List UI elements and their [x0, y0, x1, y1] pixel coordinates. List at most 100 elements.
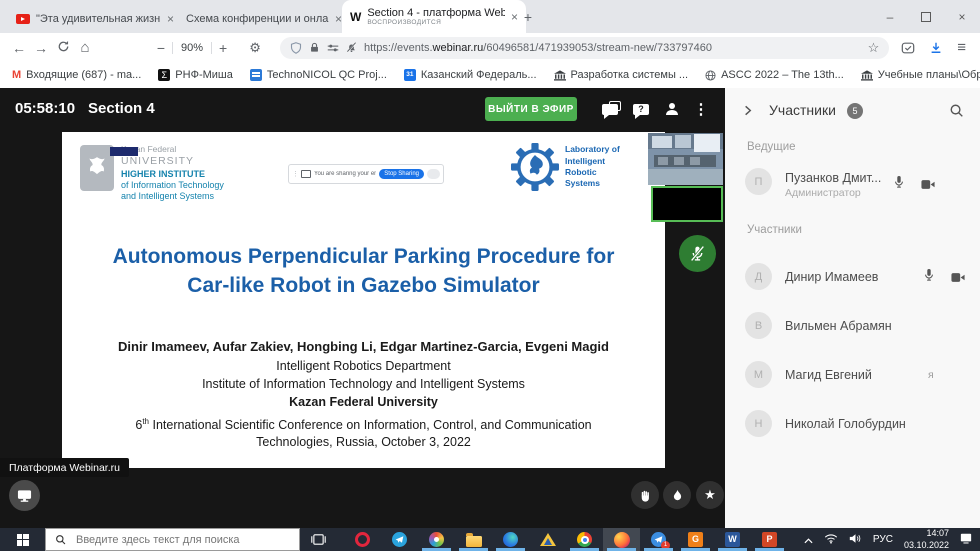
- home-icon[interactable]: ⌂: [74, 39, 96, 56]
- sigma-icon: Σ: [158, 69, 170, 81]
- tab-close-icon[interactable]: ×: [511, 10, 518, 24]
- folder-icon: [466, 536, 482, 547]
- monitor-icon: [301, 170, 311, 178]
- tab-scheme[interactable]: Схема конфиренции и онлайн ×: [178, 5, 350, 33]
- taskbar-g-app[interactable]: G: [677, 528, 714, 551]
- globe-icon: [705, 70, 716, 81]
- window-minimize-button[interactable]: –: [872, 0, 908, 33]
- tab-close-icon[interactable]: ×: [335, 12, 342, 26]
- more-options-icon[interactable]: ⋮: [691, 99, 711, 119]
- questions-icon[interactable]: ?: [631, 99, 651, 119]
- bank-icon: [861, 70, 873, 81]
- participant-name: Вильмен Абрамян: [785, 319, 892, 333]
- taskbar-clock[interactable]: 14:07 03.10.2022: [904, 528, 949, 551]
- tab-webinar-active[interactable]: W Section 4 - платформа Webinar ВОСПРОИЗ…: [342, 0, 526, 33]
- lock-icon[interactable]: [309, 42, 320, 53]
- microphone-muted-button[interactable]: [679, 235, 716, 272]
- presentation-slide: Kazan Federal UNIVERSITY HIGHER INSTITUT…: [62, 132, 665, 468]
- back-icon[interactable]: ←: [8, 40, 30, 56]
- new-tab-button[interactable]: +: [518, 7, 538, 27]
- flame-icon: [672, 489, 683, 502]
- webcam-thumbnail[interactable]: [648, 133, 723, 185]
- attendees-icon[interactable]: [662, 99, 682, 119]
- participant-name: Динир Имамеев: [785, 270, 878, 284]
- site-settings-icon[interactable]: [327, 43, 339, 53]
- tab-youtube[interactable]: "Эта удивительная жизнь" - Po ×: [8, 5, 182, 33]
- taskbar-telegram[interactable]: [381, 528, 418, 551]
- taskbar-search-input[interactable]: [74, 533, 278, 547]
- webinar-stage: 05:58:10 Section 4 ВЫЙТИ В ЭФИР ? ⋮ Kaza…: [0, 88, 725, 528]
- zoom-in-button[interactable]: +: [212, 40, 234, 56]
- taskbar-paint[interactable]: [418, 528, 455, 551]
- taskbar-edge[interactable]: [492, 528, 529, 551]
- search-icon[interactable]: [949, 103, 964, 123]
- taskbar-firefox-active[interactable]: [603, 528, 640, 551]
- tab-close-icon[interactable]: ×: [167, 12, 174, 26]
- start-button[interactable]: [0, 528, 45, 551]
- camera-icon[interactable]: [921, 177, 935, 195]
- downloads-icon[interactable]: [929, 41, 943, 55]
- protect-shield-icon[interactable]: [290, 42, 302, 54]
- forward-icon[interactable]: →: [30, 40, 52, 56]
- bookmark-star-icon[interactable]: ☆: [868, 40, 880, 56]
- bookmark-rnf[interactable]: Σ РНФ-Миша: [158, 69, 233, 81]
- taskbar-opera[interactable]: [344, 528, 381, 551]
- hide-share-bar-button[interactable]: [427, 169, 440, 179]
- window-close-button[interactable]: ×: [944, 0, 980, 33]
- participants-count-badge: 5: [847, 103, 863, 119]
- taskbar-search[interactable]: [45, 528, 300, 551]
- wifi-icon[interactable]: [824, 531, 838, 549]
- screen-share-thumbnail[interactable]: [651, 186, 723, 222]
- bookmark-gmail[interactable]: M Входящие (687) - ma...: [12, 69, 141, 81]
- firefox-icon: [614, 532, 630, 548]
- bookmark-technonicol[interactable]: TechnoNICOL QC Proj...: [250, 69, 387, 81]
- bookmark-ascc[interactable]: ASCC 2022 – The 13th...: [705, 69, 844, 81]
- language-indicator[interactable]: РУС: [873, 534, 893, 545]
- participants-title: Участники: [769, 102, 836, 118]
- bookmark-kfu-calendar[interactable]: 31 Казанский Федераль...: [404, 69, 537, 81]
- bookmark-razrabotka[interactable]: Разработка системы ...: [554, 69, 689, 81]
- collapse-panel-icon[interactable]: [741, 104, 754, 122]
- settings-gear-icon[interactable]: ⚙: [244, 40, 266, 56]
- fire-reaction-button[interactable]: [663, 481, 691, 509]
- taskbar-mail[interactable]: 1: [640, 528, 677, 551]
- zoom-out-button[interactable]: −: [150, 40, 172, 56]
- avatar: П: [745, 168, 772, 195]
- taskbar-explorer[interactable]: [455, 528, 492, 551]
- taskbar-word[interactable]: W: [714, 528, 751, 551]
- reload-icon[interactable]: [52, 40, 74, 56]
- raise-hand-button[interactable]: [631, 481, 659, 509]
- participants-panel: Участники 5 Ведущие П Пузанков Дмит... А…: [725, 88, 980, 528]
- stop-sharing-button[interactable]: Stop Sharing: [379, 169, 424, 179]
- tray-expand-icon[interactable]: [804, 531, 813, 549]
- zoom-level[interactable]: 90%: [173, 42, 211, 54]
- star-reaction-button[interactable]: ★: [696, 481, 724, 509]
- system-tray: РУС 14:07 03.10.2022: [804, 528, 980, 551]
- browser-menu-icon[interactable]: ≡: [957, 39, 966, 56]
- taskbar-a-app[interactable]: [529, 528, 566, 551]
- volume-icon[interactable]: [849, 531, 862, 549]
- webinar-section-title: Section 4: [88, 100, 155, 117]
- notifications-blocked-icon[interactable]: [346, 42, 357, 53]
- address-bar[interactable]: https://events.webinar.ru/60496581/47193…: [280, 37, 889, 59]
- taskbar-chrome[interactable]: [566, 528, 603, 551]
- camera-icon[interactable]: [951, 270, 965, 288]
- taskbar-powerpoint[interactable]: P: [751, 528, 788, 551]
- mic-icon[interactable]: [923, 268, 935, 287]
- url-text[interactable]: https://events.webinar.ru/60496581/47193…: [364, 42, 861, 54]
- window-restore-button[interactable]: [908, 0, 944, 33]
- go-live-button[interactable]: ВЫЙТИ В ЭФИР: [485, 97, 577, 121]
- chat-icon[interactable]: [600, 99, 620, 119]
- action-center-icon[interactable]: [960, 531, 972, 549]
- task-view-button[interactable]: [304, 533, 332, 546]
- windows-taskbar: 1 G W P РУС 14:07 03.10.2022: [0, 528, 980, 551]
- saved-collections-icon[interactable]: [901, 41, 915, 55]
- bookmark-uchebnye-plany[interactable]: Учебные планы\Обр...: [861, 69, 980, 81]
- hosts-group-label: Ведущие: [747, 141, 796, 153]
- slide-conference-line1: 6th International Scientific Conference …: [62, 417, 665, 432]
- kfu-emblem-icon: [80, 145, 114, 191]
- tab-title: Section 4 - платформа Webinar: [367, 7, 505, 19]
- mic-icon[interactable]: [893, 175, 905, 194]
- drag-handle-icon[interactable]: ⋮: [292, 170, 298, 178]
- screen-share-button[interactable]: [9, 480, 40, 511]
